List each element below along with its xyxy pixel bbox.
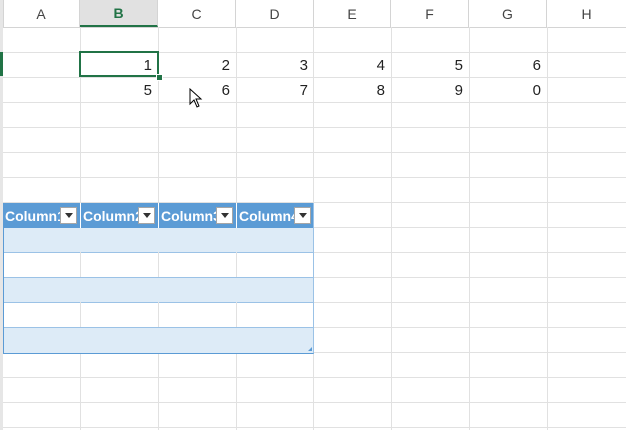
column-header-f[interactable]: F <box>391 0 469 27</box>
grid-line-horizontal <box>3 152 626 153</box>
grid-line-horizontal <box>3 127 626 128</box>
column-header-e[interactable]: E <box>314 0 391 27</box>
cell-c3[interactable]: 2 <box>158 53 236 77</box>
cell-e3[interactable]: 4 <box>314 53 391 77</box>
grid-line-vertical <box>547 27 548 430</box>
column-header-h[interactable]: H <box>547 0 626 27</box>
mouse-pointer-icon <box>189 88 203 108</box>
cell-f3[interactable]: 5 <box>391 53 469 77</box>
cell-d4[interactable]: 7 <box>236 78 314 102</box>
grid-line-horizontal <box>3 377 626 378</box>
grid-line-horizontal <box>3 177 626 178</box>
column-header-d[interactable]: D <box>236 0 314 27</box>
table-resize-handle[interactable] <box>308 347 312 351</box>
cell-b4[interactable]: 5 <box>80 78 158 102</box>
active-cell-border[interactable] <box>79 51 159 77</box>
grid-line-horizontal <box>3 427 626 428</box>
fill-handle[interactable] <box>156 74 163 81</box>
column-header-a[interactable]: A <box>3 0 80 27</box>
grid-line-horizontal <box>3 402 626 403</box>
grid-line-horizontal <box>3 102 626 103</box>
cell-e4[interactable]: 8 <box>314 78 391 102</box>
table-border <box>3 203 314 354</box>
active-row-marker <box>0 52 3 76</box>
cell-g4[interactable]: 0 <box>469 78 547 102</box>
cell-f4[interactable]: 9 <box>391 78 469 102</box>
column-header-c[interactable]: C <box>158 0 236 27</box>
column-header-b[interactable]: B <box>80 0 158 27</box>
spreadsheet-grid[interactable]: A B C D E F G H 1 2 3 4 5 6 5 6 7 8 9 0 <box>0 0 626 430</box>
cell-g3[interactable]: 6 <box>469 53 547 77</box>
cell-d3[interactable]: 3 <box>236 53 314 77</box>
column-header-g[interactable]: G <box>469 0 547 27</box>
